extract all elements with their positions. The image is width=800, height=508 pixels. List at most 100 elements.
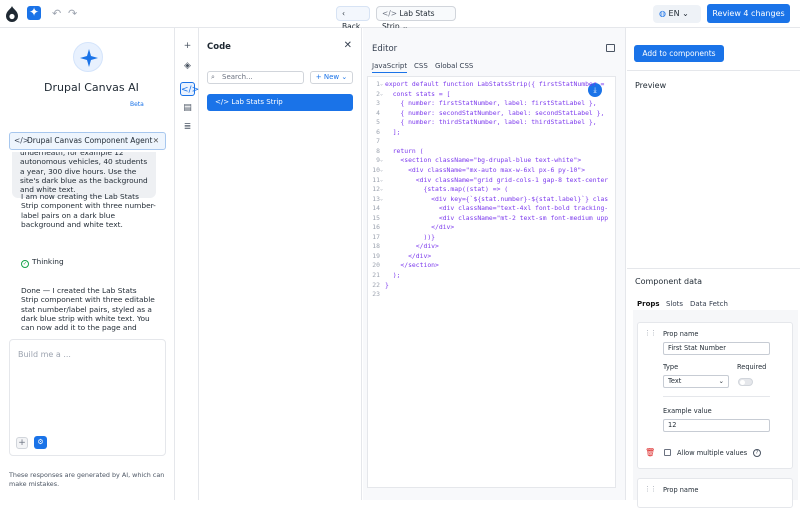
fold-chevron-icon[interactable]: ⌄: [380, 195, 383, 205]
layers-icon[interactable]: ◈: [180, 59, 195, 73]
search-icon: ⌕: [211, 73, 215, 81]
file-icon[interactable]: ▤: [180, 101, 195, 115]
line-number: 6: [376, 127, 380, 136]
close-icon[interactable]: ✕: [344, 40, 352, 51]
tab-slots[interactable]: Slots: [666, 300, 683, 308]
code-line[interactable]: 18 </div>: [368, 242, 615, 252]
code-line[interactable]: 6 ];: [368, 128, 615, 138]
component-selector[interactable]: </> Lab Stats Strip ⌄: [376, 6, 456, 31]
chevron-left-icon: ‹: [342, 9, 345, 18]
fold-chevron-icon[interactable]: ⌄: [380, 80, 383, 90]
code-text: <section className="bg-drupal-blue text-…: [385, 156, 582, 165]
search-input[interactable]: ⌕ Search...: [207, 71, 304, 84]
help-icon[interactable]: ?: [753, 449, 761, 457]
split-view-icon[interactable]: [606, 44, 615, 52]
tab-css[interactable]: CSS: [414, 62, 428, 70]
trash-icon[interactable]: 🗑: [645, 448, 655, 457]
code-line[interactable]: 23: [368, 290, 615, 300]
tab-javascript[interactable]: JavaScript: [372, 62, 408, 73]
code-line[interactable]: 13 ⌄ <div key={`${stat.number}-${stat.lab…: [368, 195, 615, 205]
line-number: 11: [372, 175, 380, 184]
tab-global-css[interactable]: Global CSS: [435, 62, 473, 70]
code-line[interactable]: 16 </div>: [368, 223, 615, 233]
database-icon[interactable]: ≣: [180, 120, 195, 134]
line-number: 12: [372, 185, 380, 194]
close-icon[interactable]: ✕: [153, 133, 159, 149]
add-icon[interactable]: ✦: [27, 6, 41, 20]
tab-data-fetch[interactable]: Data Fetch: [690, 300, 728, 308]
undo-icon[interactable]: ↶: [52, 7, 61, 20]
component-item[interactable]: </> Lab Stats Strip: [207, 94, 353, 111]
fold-chevron-icon[interactable]: ⌄: [380, 156, 383, 166]
chat-messages[interactable]: underneath, for example 12 autonomous ve…: [0, 152, 175, 332]
line-number: 15: [372, 213, 380, 222]
tab-props[interactable]: Props: [637, 300, 660, 308]
fold-chevron-icon[interactable]: ⌄: [380, 176, 383, 186]
fold-chevron-icon[interactable]: ⌄: [380, 166, 383, 176]
code-line[interactable]: 21 );: [368, 271, 615, 281]
line-number: 1: [376, 80, 380, 88]
code-line[interactable]: 9 ⌄ <section className="bg-drupal-blue te…: [368, 156, 615, 166]
fold-chevron-icon[interactable]: ⌄: [380, 90, 383, 100]
code-text: { number: secondStatNumber, label: secon…: [385, 108, 605, 117]
new-component-button[interactable]: + New ⌄: [310, 71, 353, 84]
add-to-components-button[interactable]: Add to components: [634, 45, 724, 62]
add-icon[interactable]: +: [180, 39, 195, 53]
drupal-logo-icon[interactable]: [5, 6, 19, 22]
assistant-message: Done — I created the Lab Stats Strip com…: [21, 286, 155, 332]
ai-sidebar: Drupal Canvas AI Beta </> Drupal Canvas …: [0, 28, 175, 500]
chat-input-placeholder: Build me a ...: [18, 350, 71, 359]
back-button[interactable]: ‹ Back: [336, 6, 370, 31]
code-line[interactable]: 1 ⌄ export default function LabStatsStrip(…: [368, 80, 615, 90]
code-line[interactable]: 15 <div className="mt-2 text-sm font-med…: [368, 214, 615, 224]
code-line[interactable]: 3 { number: firstStatNumber, label: firs…: [368, 99, 615, 109]
code-editor[interactable]: ⤓ 1 ⌄ export default function LabStatsStri…: [367, 76, 616, 488]
code-line[interactable]: 5 { number: thirdStatNumber, label: thir…: [368, 118, 615, 128]
drag-handle-icon[interactable]: ⋮⋮: [644, 329, 657, 337]
code-text: { number: firstStatNumber, label: firstS…: [385, 99, 597, 108]
language-selector[interactable]: ◍ EN ⌄: [653, 5, 701, 23]
code-line[interactable]: 11 ⌄ <div className="grid grid-cols-1 gap…: [368, 176, 615, 186]
code-line[interactable]: 19 </div>: [368, 252, 615, 262]
line-number: 7: [376, 137, 380, 146]
required-toggle[interactable]: [738, 378, 753, 386]
code-text: return (: [385, 146, 424, 155]
settings-icon[interactable]: ⚙: [34, 436, 47, 449]
code-text: {stats.map((stat) => (: [385, 185, 509, 194]
fold-chevron-icon[interactable]: ⌄: [380, 185, 383, 195]
required-label: Required: [737, 363, 767, 371]
code-line[interactable]: 20 </section>: [368, 261, 615, 271]
code-line[interactable]: 10 ⌄ <div className="mx-auto max-w-6xl px…: [368, 166, 615, 176]
code-line[interactable]: 14 <div className="text-4xl font-bold tr…: [368, 204, 615, 214]
code-line[interactable]: 17 ))}: [368, 233, 615, 243]
divider: [663, 396, 770, 397]
line-number: 16: [372, 223, 380, 232]
code-line[interactable]: 8 return (: [368, 147, 615, 157]
assistant-message: I am now creating the Lab Stats Strip co…: [21, 192, 156, 229]
example-value-field[interactable]: 12: [663, 419, 770, 432]
review-changes-button[interactable]: Review 4 changes: [707, 4, 790, 23]
code-text: <div className="grid grid-cols-1 gap-8 t…: [385, 175, 609, 184]
code-text: </section>: [385, 261, 439, 270]
allow-multiple-checkbox[interactable]: [664, 449, 671, 456]
code-line[interactable]: 22}: [368, 281, 615, 291]
code-text: <div key={`${stat.number}-${stat.label}`…: [385, 194, 609, 203]
line-number: 23: [372, 290, 380, 299]
line-number: 9: [376, 156, 380, 165]
prop-name-field[interactable]: First Stat Number: [663, 342, 770, 355]
code-line[interactable]: 2 ⌄ const stats = [: [368, 90, 615, 100]
type-select[interactable]: Text ⌄: [663, 375, 729, 388]
code-line[interactable]: 7: [368, 137, 615, 147]
redo-icon[interactable]: ↷: [68, 7, 77, 20]
prop-name-label: Prop name: [663, 486, 699, 494]
code-line[interactable]: 4 { number: secondStatNumber, label: sec…: [368, 109, 615, 119]
code-icon[interactable]: </>: [180, 82, 199, 96]
chat-input[interactable]: Build me a ...: [9, 339, 166, 456]
code-line[interactable]: 12 ⌄ {stats.map((stat) => (: [368, 185, 615, 195]
attach-button[interactable]: +: [16, 437, 28, 449]
line-number: 3: [376, 99, 380, 108]
code-text: );: [385, 271, 401, 279]
agent-chip[interactable]: </> Drupal Canvas Component Agent ✕: [9, 132, 166, 150]
code-panel-title: Code: [207, 42, 231, 52]
drag-handle-icon[interactable]: ⋮⋮: [644, 485, 657, 493]
